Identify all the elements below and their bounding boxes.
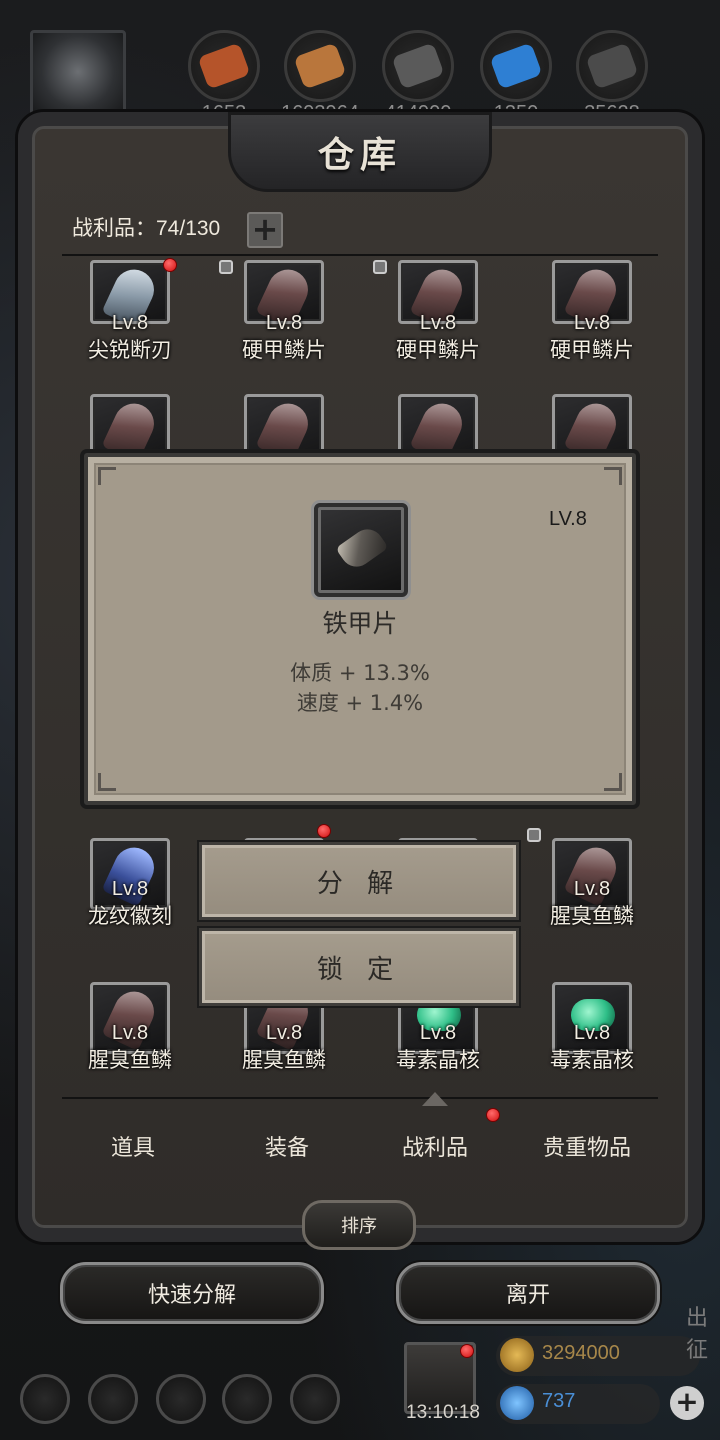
tab-valuables[interactable]: 贵重物品 [512, 1130, 662, 1162]
item-slot[interactable]: Lv.8 腥臭鱼鳞 [65, 982, 195, 1082]
gift-notification-dot [460, 1344, 474, 1358]
gem-icon [500, 1386, 534, 1420]
item-level: Lv.8 [419, 1022, 457, 1044]
loot-capacity-label: 战利品：74/130 [72, 217, 221, 240]
item-slot[interactable]: Lv.8 硬甲鳞片 [373, 260, 503, 372]
tab-equipment[interactable]: 装备 [212, 1130, 362, 1162]
item-level: Lv.8 [573, 312, 611, 334]
item-slot[interactable]: Lv.8 毒素晶核 [527, 982, 657, 1082]
lock-icon [527, 828, 541, 842]
popup-corner [98, 773, 116, 791]
steel-icon[interactable] [576, 30, 648, 102]
item-name: 毒素晶核 [550, 1048, 634, 1072]
item-level: Lv.8 [573, 1022, 611, 1044]
iron-glyph [391, 42, 445, 90]
expand-capacity-button[interactable]: + [247, 212, 283, 248]
shop-icon[interactable] [290, 1374, 340, 1424]
lock-icon [373, 260, 387, 274]
decompose-button[interactable]: 分 解 [199, 842, 519, 920]
quick-decompose-button[interactable]: 快速分解 [60, 1262, 324, 1324]
wood-glyph [293, 42, 347, 90]
add-gems-button[interactable]: + [670, 1386, 704, 1420]
item-name: 腥臭鱼鳞 [550, 904, 634, 928]
window-title: 仓库 [317, 134, 402, 176]
settings-icon[interactable] [20, 1374, 70, 1424]
popup-item-icon [314, 503, 408, 597]
lock-button[interactable]: 锁 定 [199, 928, 519, 1006]
crystal-icon[interactable] [480, 30, 552, 102]
leave-button[interactable]: 离开 [396, 1262, 660, 1324]
item-level: Lv.8 [265, 312, 303, 334]
march-hint: 出征 [686, 1306, 709, 1363]
item-slot[interactable]: Lv.8 硬甲鳞片 [219, 260, 349, 372]
gold-counter: 3294000 [496, 1336, 700, 1376]
item-level: Lv.8 [111, 312, 149, 334]
iron-plate-icon [335, 523, 389, 573]
item-name: 尖锐断刃 [88, 338, 172, 362]
iron-icon[interactable] [382, 30, 454, 102]
new-item-dot [163, 258, 177, 272]
meat-icon[interactable] [188, 30, 260, 102]
item-slot[interactable]: Lv.8 尖锐断刃 [65, 258, 195, 372]
mail-icon[interactable] [222, 1374, 272, 1424]
sort-button[interactable]: 排序 [302, 1200, 416, 1250]
tab-divider [62, 1097, 658, 1099]
loot-tab-notification-dot [486, 1108, 500, 1122]
new-item-dot [317, 824, 331, 838]
item-level: Lv.8 [419, 312, 457, 334]
item-slot[interactable]: Lv.8 龙纹徽刻 [65, 838, 195, 938]
popup-stat-speed: 速度 + 1.4% [296, 691, 424, 715]
item-name: 龙纹徽刻 [88, 904, 172, 928]
window-crest: 仓库 [228, 112, 492, 192]
tab-items[interactable]: 道具 [58, 1130, 208, 1162]
popup-corner [604, 467, 622, 485]
star-icon[interactable] [88, 1374, 138, 1424]
rank-icon[interactable] [156, 1374, 206, 1424]
meat-glyph [197, 42, 251, 90]
popup-item-level: LV.8 [549, 508, 587, 530]
item-slot[interactable]: Lv.8 硬甲鳞片 [527, 260, 657, 372]
popup-item-name: 铁甲片 [322, 609, 398, 638]
item-name: 硬甲鳞片 [242, 338, 326, 362]
item-level: Lv.8 [111, 878, 149, 900]
item-name: 毒素晶核 [396, 1048, 480, 1072]
item-level: Lv.8 [265, 1022, 303, 1044]
crystal-glyph [489, 42, 543, 90]
item-level: Lv.8 [573, 878, 611, 900]
wood-icon[interactable] [284, 30, 356, 102]
item-name: 硬甲鳞片 [550, 338, 634, 362]
lock-icon [219, 260, 233, 274]
gem-counter: 737 [496, 1384, 660, 1424]
item-name: 腥臭鱼鳞 [88, 1048, 172, 1072]
popup-stat-constitution: 体质 + 13.3% [290, 661, 430, 685]
gold-coin-icon [500, 1338, 534, 1372]
steel-glyph [585, 42, 639, 90]
tab-loot[interactable]: 战利品 [360, 1130, 510, 1162]
gold-value: 3294000 [542, 1342, 620, 1364]
popup-corner [98, 467, 116, 485]
popup-corner [604, 773, 622, 791]
item-slot[interactable]: Lv.8 腥臭鱼鳞 [527, 828, 657, 938]
gem-value: 737 [542, 1390, 576, 1412]
item-name: 腥臭鱼鳞 [242, 1048, 326, 1072]
item-name: 硬甲鳞片 [396, 338, 480, 362]
gift-timer: 13:10:18 [406, 1402, 480, 1423]
grid-top-divider [62, 254, 658, 256]
player-avatar[interactable] [30, 30, 126, 122]
item-level: Lv.8 [111, 1022, 149, 1044]
